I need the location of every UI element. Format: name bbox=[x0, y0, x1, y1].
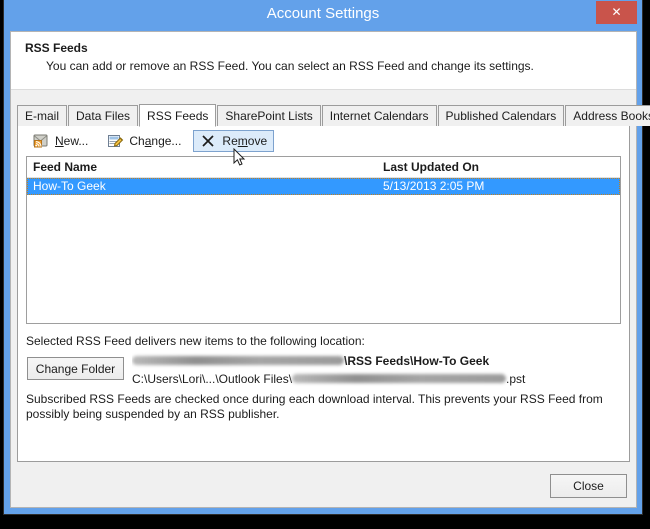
account-settings-window: Account Settings ✕ RSS Feeds You can add… bbox=[3, 0, 650, 515]
list-rows: How-To Geek 5/13/2013 2:05 PM bbox=[27, 178, 620, 195]
header-panel: RSS Feeds You can add or remove an RSS F… bbox=[11, 32, 636, 90]
edit-document-icon bbox=[107, 133, 124, 149]
window-title: Account Settings bbox=[266, 5, 380, 22]
cell-last-updated: 5/13/2013 2:05 PM bbox=[383, 179, 485, 193]
table-row[interactable]: How-To Geek 5/13/2013 2:05 PM bbox=[27, 178, 620, 195]
delivery-location-path: \RSS Feeds\How-To Geek C:\Users\Lori\...… bbox=[132, 352, 612, 388]
tab-published-calendars[interactable]: Published Calendars bbox=[437, 105, 565, 126]
change-feed-button[interactable]: Change... bbox=[100, 130, 188, 152]
tab-internet-calendars[interactable]: Internet Calendars bbox=[321, 105, 437, 126]
remove-feed-button[interactable]: Remove bbox=[193, 130, 275, 152]
tab-sharepoint-lists[interactable]: SharePoint Lists bbox=[217, 105, 321, 126]
location-label: Selected RSS Feed delivers new items to … bbox=[26, 334, 365, 348]
title-bar: Account Settings ✕ bbox=[4, 0, 642, 31]
column-header-last-updated[interactable]: Last Updated On bbox=[377, 157, 620, 177]
x-mark-icon bbox=[200, 133, 217, 149]
page-description: You can add or remove an RSS Feed. You c… bbox=[46, 59, 534, 73]
path-line-2-suffix: .pst bbox=[506, 372, 526, 386]
tab-address-books[interactable]: Address Books bbox=[565, 105, 650, 126]
redacted-path-segment-2 bbox=[292, 374, 507, 384]
remove-feed-label: Remove bbox=[222, 134, 268, 148]
window-close-button[interactable]: ✕ bbox=[596, 1, 637, 24]
cell-feed-name: How-To Geek bbox=[33, 179, 106, 193]
tab-strip: E-mail Data Files RSS Feeds SharePoint L… bbox=[17, 104, 650, 127]
new-feed-button[interactable]: New... bbox=[26, 130, 95, 152]
path-line-2-prefix: C:\Users\Lori\...\Outlook Files\ bbox=[132, 372, 293, 386]
page-title: RSS Feeds bbox=[25, 41, 88, 55]
new-feed-label: New... bbox=[55, 134, 89, 148]
dialog-body: RSS Feeds You can add or remove an RSS F… bbox=[10, 31, 650, 508]
redacted-path-segment-1 bbox=[132, 356, 344, 366]
path-line-1-suffix: \RSS Feeds\How-To Geek bbox=[344, 354, 490, 368]
path-line-1: \RSS Feeds\How-To Geek bbox=[132, 352, 612, 370]
rss-feeds-tab-panel: New... Change... Remove Feed Name Last U… bbox=[17, 126, 630, 462]
path-line-2: C:\Users\Lori\...\Outlook Files\ .pst bbox=[132, 370, 612, 388]
tab-email[interactable]: E-mail bbox=[17, 105, 68, 126]
subscription-note: Subscribed RSS Feeds are checked once du… bbox=[26, 392, 603, 421]
close-button[interactable]: Close bbox=[550, 474, 627, 498]
tab-rss-feeds[interactable]: RSS Feeds bbox=[139, 104, 217, 127]
rss-toolbar: New... Change... Remove bbox=[18, 126, 629, 156]
list-header: Feed Name Last Updated On bbox=[27, 157, 620, 178]
rss-envelope-icon bbox=[33, 133, 50, 149]
column-header-feed-name[interactable]: Feed Name bbox=[27, 157, 377, 177]
tab-data-files[interactable]: Data Files bbox=[68, 105, 139, 126]
rss-feed-list[interactable]: Feed Name Last Updated On How-To Geek 5/… bbox=[26, 156, 621, 324]
change-folder-button[interactable]: Change Folder bbox=[27, 357, 124, 380]
change-feed-label: Change... bbox=[129, 134, 182, 148]
